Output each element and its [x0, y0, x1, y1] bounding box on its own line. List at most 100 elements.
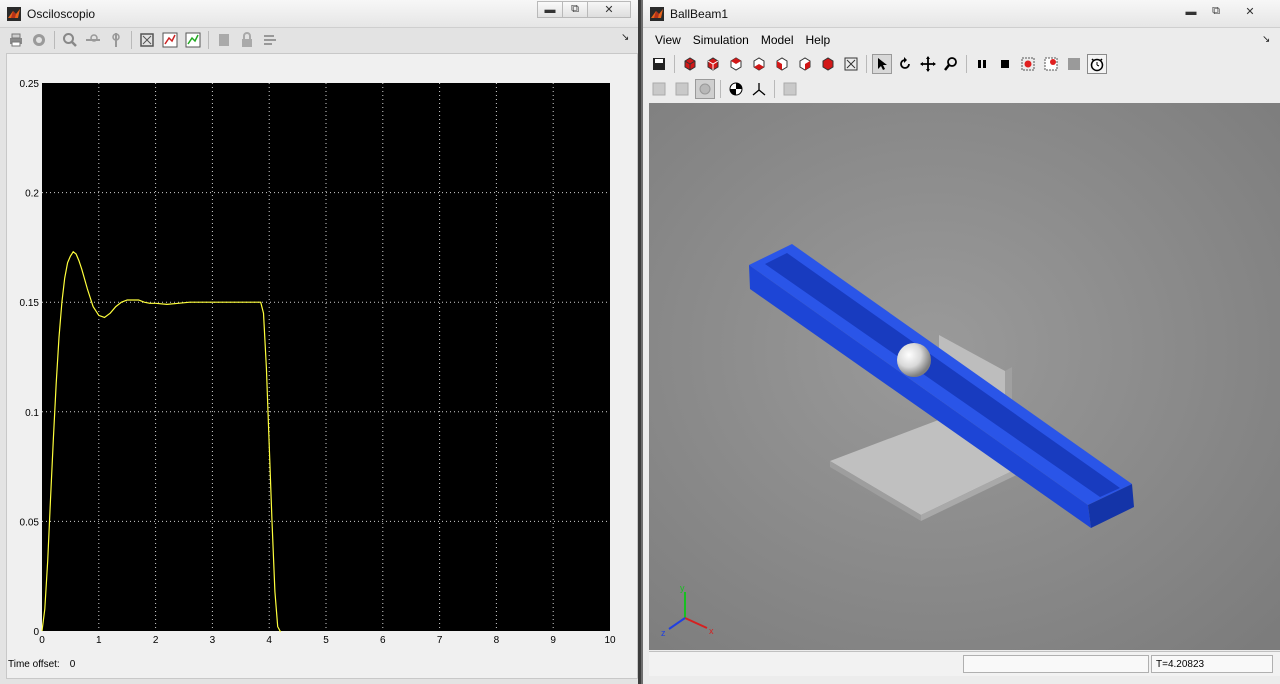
view-left-button[interactable] [772, 54, 792, 74]
vr-menubar: View Simulation Model Help [643, 30, 1280, 50]
rotate-tool-button[interactable] [895, 54, 915, 74]
vr-window: BallBeam1 ▬ ⧉ ✕ View Simulation Model He… [643, 0, 1280, 684]
ball-beam-scene: y x z [649, 103, 1280, 650]
print-button[interactable] [6, 30, 26, 50]
record-options-button[interactable] [1041, 54, 1061, 74]
axes-toggle-button[interactable] [749, 79, 769, 99]
cube-bottom-icon [753, 57, 765, 71]
x-tick-label: 0 [39, 635, 45, 646]
parameters-button[interactable] [29, 30, 49, 50]
status-cell-empty [963, 655, 1149, 673]
scope-titlebar[interactable]: Osciloscopio ▬ ⧉ ✕ [0, 0, 638, 28]
x-tick-label: 9 [550, 635, 556, 646]
autoscale-button[interactable] [137, 30, 157, 50]
scope-chart: 0 1 2 3 4 5 6 7 8 9 10 0 0.05 0.1 0.15 0.2 0.25 [20, 79, 616, 646]
floating-scope-button[interactable] [214, 30, 234, 50]
cube-top-icon [730, 57, 742, 71]
select-tool-button[interactable] [872, 54, 892, 74]
nav-mode-button[interactable] [649, 79, 669, 99]
print-icon [10, 33, 22, 47]
minimize-button[interactable]: ▬ [537, 1, 563, 18]
x-axis-label: x [709, 626, 714, 636]
cube-iso-icon [822, 57, 834, 71]
save-button[interactable] [649, 54, 669, 74]
restore-button[interactable]: ⧉ [1203, 3, 1229, 20]
vr-titlebar[interactable]: BallBeam1 ▬ ⧉ ✕ [643, 0, 1280, 28]
stop-icon [1001, 60, 1009, 68]
clock-icon [1090, 58, 1104, 72]
x-tick-label: 1 [96, 635, 102, 646]
view-right-button[interactable] [795, 54, 815, 74]
ball [897, 343, 931, 377]
plot-background [42, 83, 610, 631]
zoom-button[interactable] [60, 30, 80, 50]
close-button[interactable]: ✕ [587, 1, 631, 18]
fit-view-button[interactable] [841, 54, 861, 74]
pause-button[interactable] [972, 54, 992, 74]
time-offset: Time offset: 0 [8, 659, 85, 670]
scope-window: Osciloscopio ▬ ⧉ ✕ ↘ 0 1 2 3 4 5 6 7 8 9 10 0 0.05 0.… [0, 0, 641, 684]
y-tick-label: 0.25 [20, 79, 40, 90]
minimize-icon: ▬ [544, 3, 556, 16]
examine-mode-button[interactable] [695, 79, 715, 99]
menu-view[interactable]: View [649, 33, 687, 47]
restore-axes-button[interactable] [183, 30, 203, 50]
signal-selection-button[interactable] [260, 30, 280, 50]
examine-mode-icon [699, 83, 711, 95]
x-tick-label: 6 [380, 635, 386, 646]
y-tick-label: 0.05 [20, 517, 40, 528]
y-axis-label: y [680, 583, 685, 593]
menu-simulation[interactable]: Simulation [687, 33, 755, 47]
close-icon: ✕ [1245, 6, 1255, 18]
toolbar-separator [866, 55, 867, 73]
minimize-icon: ▬ [1185, 5, 1197, 18]
close-icon: ✕ [604, 4, 614, 16]
zoom-y-button[interactable] [106, 30, 126, 50]
y-tick-label: 0.1 [25, 408, 39, 419]
zoom-tool-button[interactable] [941, 54, 961, 74]
toolbar-separator [674, 55, 675, 73]
viewpoint-button[interactable] [780, 79, 800, 99]
scope-title: Osciloscopio [27, 7, 96, 21]
fit-view-icon [844, 57, 858, 71]
minimize-button[interactable]: ▬ [1178, 3, 1204, 20]
x-tick-label: 5 [323, 635, 329, 646]
record-button[interactable] [1018, 54, 1038, 74]
view-back-button[interactable] [703, 54, 723, 74]
view-bottom-button[interactable] [749, 54, 769, 74]
simulation-time: T=4.20823 [1151, 655, 1273, 673]
pan-tool-button[interactable] [918, 54, 938, 74]
toolbar-separator [131, 31, 132, 49]
view-front-button[interactable] [680, 54, 700, 74]
view-top-button[interactable] [726, 54, 746, 74]
view-iso-button[interactable] [818, 54, 838, 74]
stop-button[interactable] [995, 54, 1015, 74]
time-offset-label: Time offset: [8, 659, 60, 670]
vr-3d-canvas[interactable]: y x z [649, 103, 1280, 650]
walk-mode-button[interactable] [672, 79, 692, 99]
lock-button[interactable] [237, 30, 257, 50]
menu-help[interactable]: Help [800, 33, 837, 47]
y-tick-label: 0.15 [20, 298, 40, 309]
restore-button[interactable]: ⧉ [562, 1, 588, 18]
restore-axes-icon [185, 32, 201, 48]
vr-toolbar [643, 52, 1280, 76]
dock-arrow-icon[interactable]: ↘ [621, 32, 629, 43]
timer-button[interactable] [1087, 54, 1107, 74]
menu-model[interactable]: Model [755, 33, 800, 47]
x-tick-label: 2 [153, 635, 159, 646]
z-axis-label: z [661, 628, 666, 638]
headlight-icon [729, 82, 743, 96]
save-axes-button[interactable] [160, 30, 180, 50]
matlab-logo-icon [650, 7, 664, 21]
dock-arrow-icon[interactable]: ↘ [1262, 34, 1270, 45]
restore-icon: ⧉ [571, 3, 579, 15]
toolbar-separator [208, 31, 209, 49]
walk-mode-icon [675, 82, 689, 96]
close-button[interactable]: ✕ [1228, 3, 1272, 20]
zoom-icon [63, 33, 77, 47]
headlight-button[interactable] [726, 79, 746, 99]
vr-statusbar: T=4.20823 [649, 651, 1280, 676]
zoom-x-button[interactable] [83, 30, 103, 50]
capture-button[interactable] [1064, 54, 1084, 74]
